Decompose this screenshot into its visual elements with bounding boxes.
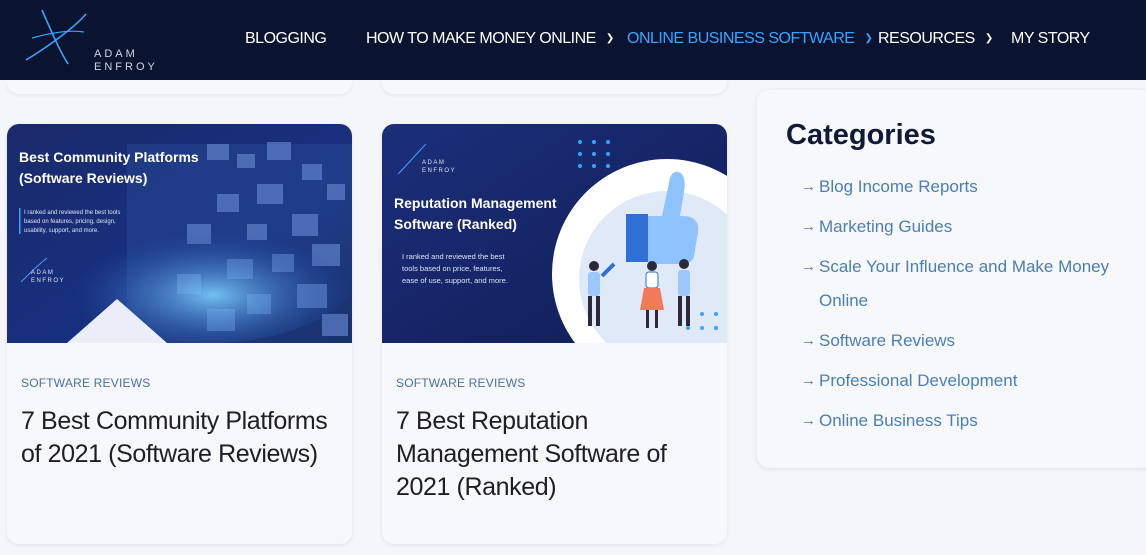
article-category[interactable]: SOFTWARE REVIEWS bbox=[21, 376, 150, 390]
category-link[interactable]: → Blog Income Reports bbox=[801, 170, 1121, 204]
logo-mark-icon bbox=[25, 9, 87, 65]
article-card[interactable]: Best Community Platforms (Software Revie… bbox=[7, 124, 352, 544]
article-category[interactable]: SOFTWARE REVIEWS bbox=[396, 376, 525, 390]
arrow-right-icon: → bbox=[801, 258, 816, 275]
chevron-down-icon: ❯ bbox=[605, 33, 614, 45]
thumbnail-desc-line-1: I ranked and reviewed the best bbox=[402, 252, 505, 261]
nav-resources[interactable]: RESOURCES ❯ bbox=[878, 30, 993, 48]
thumbnail-title-line-2: Software (Ranked) bbox=[394, 216, 517, 232]
nav-my-story[interactable]: MY STORY bbox=[1011, 30, 1090, 48]
previous-card-bottom bbox=[382, 80, 727, 94]
thumbnail-title-line-1: Reputation Management bbox=[394, 195, 557, 211]
categories-widget: Categories → Blog Income Reports → Marketi… bbox=[757, 90, 1146, 468]
category-label: Online Business Tips bbox=[819, 411, 978, 430]
chevron-down-icon: ❯ bbox=[864, 33, 873, 45]
logo-line-1: ADAM bbox=[94, 48, 138, 60]
chevron-down-icon: ❯ bbox=[984, 33, 993, 45]
categories-heading: Categories bbox=[786, 119, 936, 151]
nav-software[interactable]: ONLINE BUSINESS SOFTWARE ❯ bbox=[627, 30, 873, 48]
thumbnail-logo-line-2: ENFROY bbox=[31, 278, 65, 284]
top-nav: ADAM ENFROY BLOGGING HOW TO MAKE MONEY O… bbox=[0, 0, 1146, 80]
thumbnail-desc-line-3: usability, support, and more. bbox=[24, 228, 99, 234]
thumbnail-logo-line-1: ADAM bbox=[31, 270, 54, 276]
category-label: Professional Development bbox=[819, 371, 1018, 390]
thumbnail-desc-line-1: I ranked and reviewed the best tools bbox=[24, 210, 120, 216]
article-thumbnail[interactable]: ADAM ENFROY Reputation Management Softwa… bbox=[382, 124, 727, 343]
thumbnail-title-line-2: (Software Reviews) bbox=[19, 170, 147, 186]
nav-make-money-label: HOW TO MAKE MONEY ONLINE bbox=[366, 30, 596, 47]
category-link[interactable]: → Marketing Guides bbox=[801, 210, 1121, 244]
nav-resources-label: RESOURCES bbox=[878, 30, 975, 47]
category-label: Blog Income Reports bbox=[819, 177, 978, 196]
thumbnail-desc-line-3: ease of use, support, and more. bbox=[402, 276, 508, 285]
article-card[interactable]: ADAM ENFROY Reputation Management Softwa… bbox=[382, 124, 727, 544]
nav-my-story-label: MY STORY bbox=[1011, 30, 1090, 47]
arrow-right-icon: → bbox=[801, 332, 816, 349]
arrow-right-icon: → bbox=[801, 178, 816, 195]
thumbnail-logo-line-2: ENFROY bbox=[422, 168, 456, 174]
nav-blogging[interactable]: BLOGGING bbox=[245, 30, 327, 48]
arrow-right-icon: → bbox=[801, 412, 816, 429]
category-link[interactable]: → Scale Your Influence and Make Money Onl… bbox=[801, 250, 1121, 318]
category-label: Scale Your Influence and Make Money Onli… bbox=[819, 257, 1110, 310]
adam-enfroy-logo[interactable]: ADAM ENFROY bbox=[24, 8, 155, 73]
arrow-right-icon: → bbox=[801, 372, 816, 389]
article-thumbnail[interactable]: Best Community Platforms (Software Revie… bbox=[7, 124, 352, 343]
arrow-right-icon: → bbox=[801, 218, 816, 235]
thumbnail-desc-line-2: tools based on price, features, bbox=[402, 264, 502, 273]
category-label: Software Reviews bbox=[819, 331, 956, 350]
category-link[interactable]: → Professional Development bbox=[801, 364, 1121, 398]
thumbnail-title-line-1: Best Community Platforms bbox=[19, 149, 199, 165]
categories-list: → Blog Income Reports → Marketing Guides →… bbox=[801, 170, 1121, 444]
previous-card-bottom bbox=[7, 80, 352, 94]
thumbnail-logo-line-1: ADAM bbox=[422, 160, 445, 166]
category-link[interactable]: → Software Reviews bbox=[801, 324, 1121, 358]
category-link[interactable]: → Online Business Tips bbox=[801, 404, 1121, 438]
article-title[interactable]: 7 Best Reputation Management Software of… bbox=[396, 405, 716, 504]
thumbnail-desc-line-2: based on features, pricing, design, bbox=[24, 219, 116, 225]
nav-software-label: ONLINE BUSINESS SOFTWARE bbox=[627, 30, 855, 47]
nav-make-money[interactable]: HOW TO MAKE MONEY ONLINE ❯ bbox=[366, 30, 614, 48]
category-label: Marketing Guides bbox=[819, 217, 953, 236]
nav-blogging-label: BLOGGING bbox=[245, 30, 327, 47]
logo-line-2: ENFROY bbox=[94, 61, 158, 73]
logo-text: ADAM ENFROY bbox=[94, 48, 158, 74]
article-title[interactable]: 7 Best Community Platforms of 2021 (Soft… bbox=[21, 405, 341, 471]
